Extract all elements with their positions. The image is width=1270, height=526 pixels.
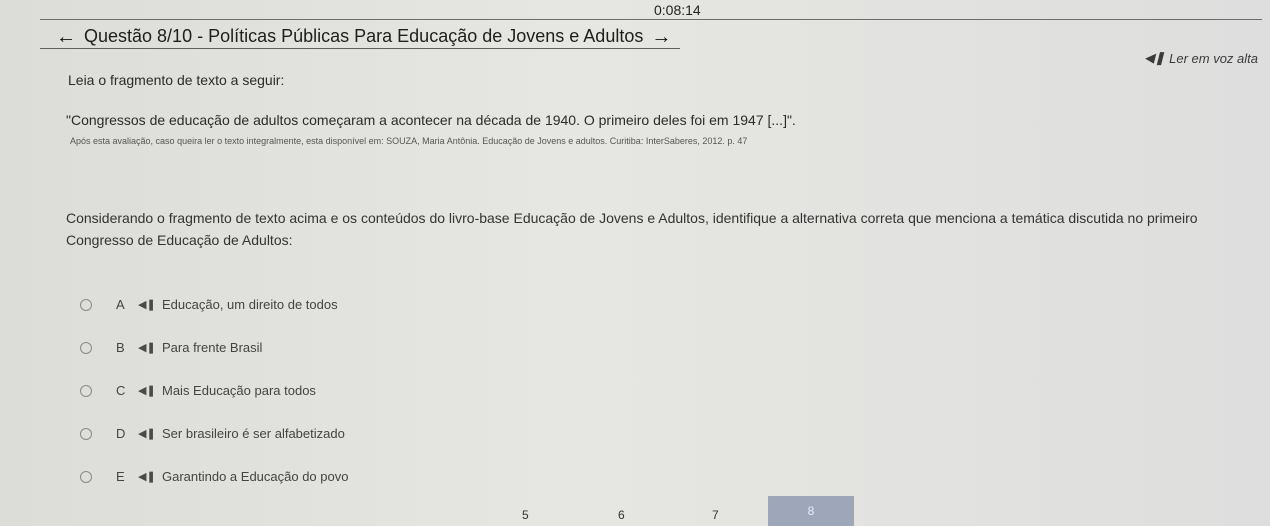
radio-button[interactable] — [80, 384, 92, 397]
arrow-right-icon[interactable]: → — [651, 27, 671, 47]
option-d[interactable]: D ◀❚ Ser brasileiro é ser alfabetizado — [80, 412, 348, 455]
top-divider — [40, 19, 1262, 20]
page-6[interactable]: 6 — [618, 508, 625, 522]
option-letter: C — [116, 383, 126, 398]
option-letter: B — [116, 340, 125, 355]
option-text: Mais Educação para todos — [162, 383, 316, 398]
speaker-icon: ◀❚ — [1144, 50, 1166, 65]
option-text: Ser brasileiro é ser alfabetizado — [162, 426, 345, 441]
header-divider — [40, 48, 680, 49]
question-title: Questão 8/10 - Políticas Públicas Para E… — [84, 26, 644, 46]
option-letter: E — [116, 469, 125, 484]
speaker-icon[interactable]: ◀❚ — [138, 384, 162, 397]
option-e[interactable]: E ◀❚ Garantindo a Educação do povo — [80, 455, 348, 498]
option-a[interactable]: A ◀❚ Educação, um direito de todos — [80, 283, 348, 326]
speaker-icon[interactable]: ◀❚ — [138, 427, 162, 440]
speaker-icon[interactable]: ◀❚ — [138, 470, 162, 483]
page-8-current[interactable]: 8 — [768, 496, 854, 526]
question-text: Considerando o fragmento de texto acima … — [66, 210, 1198, 248]
timer: 0:08:14 — [654, 2, 701, 18]
quote-text: "Congressos de educação de adultos começ… — [66, 112, 796, 128]
arrow-left-icon[interactable]: ← — [56, 27, 76, 47]
option-letter: A — [116, 297, 125, 312]
option-text: Educação, um direito de todos — [162, 297, 338, 312]
question-header: ← Questão 8/10 - Políticas Públicas Para… — [56, 26, 671, 47]
read-aloud-label: Ler em voz alta — [1169, 50, 1258, 66]
radio-button[interactable] — [80, 427, 92, 440]
answer-options: A ◀❚ Educação, um direito de todos B ◀❚ … — [80, 283, 348, 498]
page-7[interactable]: 7 — [712, 508, 719, 522]
page-5[interactable]: 5 — [522, 508, 529, 522]
option-text: Garantindo a Educação do povo — [162, 469, 349, 484]
read-aloud-button[interactable]: ◀❚ Ler em voz alta — [1144, 50, 1258, 66]
source-note: Após esta avaliação, caso queira ler o t… — [70, 136, 748, 146]
radio-button[interactable] — [80, 298, 92, 311]
intro-text: Leia o fragmento de texto a seguir: — [68, 72, 285, 88]
radio-button[interactable] — [80, 470, 92, 483]
speaker-icon[interactable]: ◀❚ — [138, 341, 162, 354]
speaker-icon[interactable]: ◀❚ — [138, 298, 162, 311]
option-c[interactable]: C ◀❚ Mais Educação para todos — [80, 369, 348, 412]
question-pager: 5 6 7 8 — [0, 496, 1270, 526]
radio-button[interactable] — [80, 341, 92, 354]
option-b[interactable]: B ◀❚ Para frente Brasil — [80, 326, 348, 369]
option-text: Para frente Brasil — [162, 340, 263, 355]
option-letter: D — [116, 426, 126, 441]
